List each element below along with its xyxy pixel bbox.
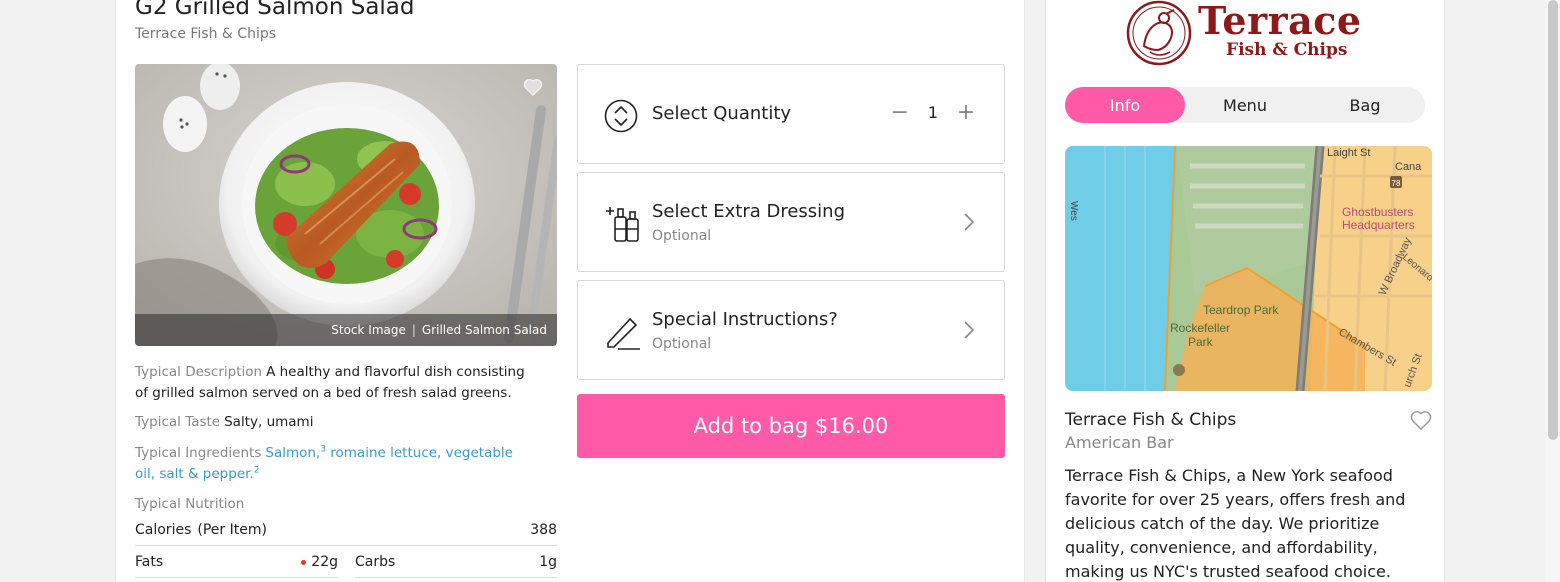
- calories-row: Calories (Per Item) 388: [135, 518, 557, 542]
- tab-menu[interactable]: Menu: [1185, 87, 1305, 123]
- typical-nutrition-heading: Typical Nutrition: [135, 494, 535, 515]
- typical-description: Typical Description A healthy and flavorf…: [135, 362, 535, 404]
- sidebar-tabs: Info Menu Bag: [1065, 87, 1425, 123]
- map-label-ghostbusters: Ghostbusters: [1342, 205, 1413, 219]
- typical-ingredients: Typical Ingredients Salmon,3 romaine lett…: [135, 443, 525, 485]
- calories-label: Calories: [135, 522, 192, 538]
- carbs-row: Carbs 1g: [355, 550, 557, 574]
- restaurant-category: American Bar: [1065, 433, 1174, 452]
- restaurant-description: Terrace Fish & Chips, a New York seafood…: [1065, 466, 1406, 581]
- logo-subtitle: Fish & Chips: [1226, 40, 1348, 60]
- photo-caption: Stock Image | Grilled Salmon Salad: [135, 314, 557, 346]
- favorite-heart-icon[interactable]: [523, 78, 543, 96]
- salmon-salad-image: [135, 64, 557, 346]
- special-instructions-optional: Optional: [652, 336, 712, 352]
- logo-wordmark: Terrace: [1198, 0, 1362, 43]
- taste-label: Typical Taste: [135, 414, 221, 430]
- quantity-stepper-icon: [604, 99, 638, 137]
- fats-label: Fats: [135, 554, 164, 570]
- restaurant-name: Terrace Fish & Chips: [1065, 410, 1237, 430]
- calories-unit: (Per Item): [197, 522, 267, 538]
- carbs-label: Carbs: [355, 554, 396, 570]
- nutrition-label: Typical Nutrition: [135, 496, 245, 512]
- extra-dressing-optional: Optional: [652, 228, 712, 244]
- description-label: Typical Description: [135, 364, 263, 380]
- map-label-canal: Cana: [1395, 161, 1422, 173]
- restaurant-map[interactable]: 78 Laight St Cana Ghostbusters Headquart…: [1065, 146, 1432, 391]
- item-photo: Stock Image | Grilled Salmon Salad: [135, 64, 557, 346]
- fats-row: Fats 22g: [135, 550, 338, 574]
- favorite-restaurant-heart-icon[interactable]: [1410, 410, 1432, 434]
- nutrition-divider: [135, 545, 557, 546]
- item-title: G2 Grilled Salmon Salad: [135, 0, 415, 20]
- chevron-right-icon: [964, 213, 975, 235]
- pen-icon: [604, 313, 642, 355]
- special-instructions-option[interactable]: Special Instructions? Optional: [577, 280, 1005, 380]
- extra-dressing-label: Select Extra Dressing: [652, 201, 846, 222]
- map-label-teardrop: Teardrop Park: [1203, 303, 1279, 317]
- map-label-ghostbusters-hq: Headquarters: [1342, 218, 1415, 232]
- special-instructions-label: Special Instructions?: [652, 309, 838, 330]
- tab-bag[interactable]: Bag: [1305, 87, 1425, 123]
- calories-value: 388: [530, 522, 557, 538]
- add-to-bag-button[interactable]: Add to bag $16.00: [577, 394, 1005, 458]
- restaurant-logo-emblem: [1126, 0, 1192, 70]
- ingredients-label: Typical Ingredients: [135, 445, 262, 461]
- map-label-west: Wes: [1068, 201, 1079, 221]
- chevron-right-icon: [964, 321, 975, 343]
- fat-warning-dot: [301, 559, 307, 565]
- page-scrollbar-thumb[interactable]: [1548, 0, 1558, 440]
- caption-separator: |: [411, 323, 416, 337]
- map-label-park: Park: [1188, 335, 1214, 349]
- quantity-plus-button[interactable]: +: [956, 100, 976, 125]
- dressing-bottles-icon: [604, 205, 642, 247]
- nutrition-divider: [355, 577, 557, 578]
- select-quantity-label: Select Quantity: [652, 103, 792, 124]
- caption-dish-name: Grilled Salmon Salad: [421, 323, 547, 337]
- restaurant-subtitle: Terrace Fish & Chips: [135, 26, 277, 42]
- taste-text: Salty, umami: [224, 414, 314, 430]
- map-label-route: 78: [1392, 179, 1401, 188]
- quantity-minus-button[interactable]: −: [890, 100, 910, 125]
- tab-info[interactable]: Info: [1065, 87, 1185, 123]
- select-extra-dressing-option[interactable]: Select Extra Dressing Optional: [577, 172, 1005, 272]
- nutrition-divider: [135, 577, 338, 578]
- quantity-value: 1: [927, 102, 938, 122]
- ingredient-link-salmon[interactable]: Salmon,3: [265, 445, 326, 461]
- map-label-rockefeller: Rockefeller: [1170, 321, 1230, 335]
- select-quantity-box: Select Quantity − 1 +: [577, 64, 1005, 164]
- map-label-laight: Laight St: [1327, 147, 1370, 159]
- quantity-stepper: − 1 +: [890, 100, 976, 125]
- fats-value: 22g: [311, 554, 338, 570]
- carbs-value: 1g: [539, 554, 557, 570]
- caption-stock-image: Stock Image: [331, 323, 406, 337]
- typical-taste: Typical Taste Salty, umami: [135, 412, 535, 433]
